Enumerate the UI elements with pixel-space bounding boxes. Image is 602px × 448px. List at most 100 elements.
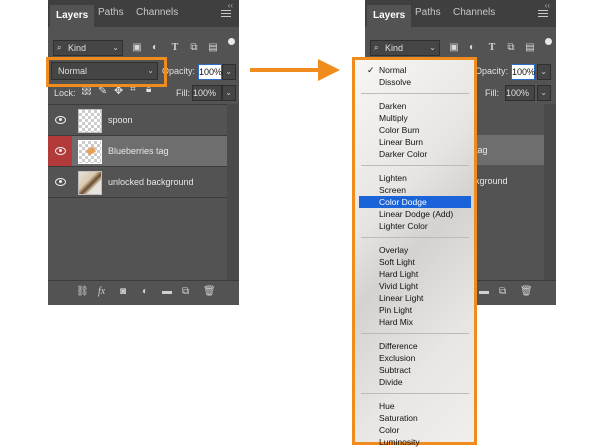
lock-transparent-icon[interactable]: [82, 86, 91, 95]
layer-row-blueberries-tag[interactable]: Blueberries tag: [48, 136, 227, 167]
blend-mode-item[interactable]: Pin Light: [359, 304, 471, 316]
layer-row-unlocked-background[interactable]: unlocked background: [48, 167, 227, 198]
blend-mode-highlight: [46, 57, 167, 87]
blend-mode-item[interactable]: Darker Color: [359, 148, 471, 160]
blend-mode-label: Color Burn: [379, 125, 420, 135]
trash-icon[interactable]: 🗑︎: [520, 286, 533, 297]
layer-name-fragment: kground: [475, 176, 508, 186]
blend-mode-label: Overlay: [379, 245, 409, 255]
chevron-down-icon: ⌄: [112, 43, 119, 52]
opacity-input[interactable]: 100%: [198, 64, 222, 80]
blend-mode-item[interactable]: Multiply: [359, 112, 471, 124]
blend-mode-label: Screen: [379, 185, 406, 195]
blend-mode-item[interactable]: Hard Mix: [359, 316, 471, 328]
filter-kind-select[interactable]: ⌕ Kind ⌄: [370, 40, 440, 56]
trash-icon[interactable]: 🗑︎: [203, 286, 216, 297]
new-layer-icon[interactable]: ⧉: [499, 286, 506, 297]
blend-mode-item[interactable]: Color: [359, 424, 471, 436]
panel-menu-icon[interactable]: [538, 10, 548, 19]
smart-object-filter-icon[interactable]: ▤: [208, 43, 218, 53]
blend-mode-item[interactable]: Hue: [359, 400, 471, 412]
blend-mode-label: Linear Burn: [379, 137, 423, 147]
type-filter-icon[interactable]: T: [487, 43, 497, 53]
blend-mode-label: Luminosity: [379, 437, 420, 447]
fill-input[interactable]: 100%: [505, 85, 535, 101]
chevron-down-icon: ⌄: [540, 88, 547, 97]
blend-mode-label: Pin Light: [379, 305, 413, 315]
shape-filter-icon[interactable]: ⧉: [506, 43, 516, 53]
filter-kind-select[interactable]: ⌕ Kind ⌄: [53, 40, 123, 56]
folder-icon[interactable]: ▬: [162, 286, 172, 297]
chevron-down-icon: ⌄: [225, 67, 232, 76]
type-filter-icon[interactable]: T: [170, 43, 180, 53]
blend-mode-item[interactable]: Soft Light: [359, 256, 471, 268]
adjustment-icon[interactable]: ◐: [142, 286, 148, 297]
image-filter-icon[interactable]: ▣: [132, 43, 142, 53]
image-filter-icon[interactable]: ▣: [449, 43, 459, 53]
blend-mode-item[interactable]: Difference: [359, 340, 471, 352]
visibility-toggle[interactable]: [48, 167, 72, 197]
shape-filter-icon[interactable]: ⧉: [189, 43, 199, 53]
panel-menu-icon[interactable]: [221, 10, 231, 19]
fx-icon[interactable]: fx: [98, 286, 105, 297]
tab-layers[interactable]: Layers: [367, 5, 412, 27]
smart-object-filter-icon[interactable]: ▤: [525, 43, 535, 53]
opacity-stepper[interactable]: ⌄: [537, 64, 551, 80]
blend-mode-label: Lighten: [379, 173, 407, 183]
visibility-toggle[interactable]: [48, 105, 72, 135]
layers-scrollbar[interactable]: [544, 104, 556, 280]
link-icon[interactable]: ⛓︎: [76, 286, 89, 297]
tab-channels[interactable]: Channels: [453, 7, 495, 18]
blend-mode-item[interactable]: Lighten: [359, 172, 471, 184]
tab-paths[interactable]: Paths: [98, 7, 124, 18]
blend-mode-item[interactable]: Color Dodge: [359, 196, 471, 208]
checkmark-icon: ✓: [367, 65, 375, 75]
tab-channels[interactable]: Channels: [136, 7, 178, 18]
fill-stepper[interactable]: ⌄: [222, 85, 236, 101]
layers-scrollbar[interactable]: [227, 104, 239, 280]
blend-mode-item[interactable]: Lighter Color: [359, 220, 471, 232]
blend-mode-item[interactable]: Saturation: [359, 412, 471, 424]
blend-mode-label: Normal: [379, 65, 407, 75]
new-layer-icon[interactable]: ⧉: [182, 286, 189, 297]
fill-input[interactable]: 100%: [192, 85, 222, 101]
filter-toggle-icon[interactable]: [228, 38, 235, 45]
arrow-head-icon: [318, 59, 340, 81]
collapse-icon[interactable]: ‹‹: [545, 1, 550, 10]
layers-bottom-bar: ⛓︎ fx ◙ ◐ ▬ ⧉ 🗑︎: [48, 280, 239, 303]
blend-mode-item[interactable]: Color Burn: [359, 124, 471, 136]
layer-row-spoon[interactable]: spoon: [48, 105, 227, 136]
folder-icon[interactable]: ▬: [479, 286, 489, 297]
blend-mode-item[interactable]: ✓ Normal: [359, 64, 471, 76]
blend-mode-item[interactable]: Divide: [359, 376, 471, 388]
filter-toggle-icon[interactable]: [545, 38, 552, 45]
blend-mode-item[interactable]: Subtract: [359, 364, 471, 376]
blend-mode-label: Linear Light: [379, 293, 424, 303]
blend-mode-item[interactable]: Exclusion: [359, 352, 471, 364]
blend-mode-item[interactable]: Screen: [359, 184, 471, 196]
tab-paths[interactable]: Paths: [415, 7, 441, 18]
blend-mode-item[interactable]: Hard Light: [359, 268, 471, 280]
layers-panel-left: Layers Paths Channels ‹‹ ⌕ Kind ⌄ ▣ ◐ T …: [48, 0, 239, 305]
blend-mode-item[interactable]: Linear Light: [359, 292, 471, 304]
blend-mode-item[interactable]: Overlay: [359, 244, 471, 256]
blend-mode-item[interactable]: Vivid Light: [359, 280, 471, 292]
blend-mode-item[interactable]: Luminosity: [359, 436, 471, 448]
opacity-input[interactable]: 100%: [511, 64, 535, 80]
adjustment-filter-icon[interactable]: ◐: [467, 43, 477, 53]
menu-separator: [361, 333, 469, 334]
blend-mode-item[interactable]: Linear Burn: [359, 136, 471, 148]
fill-stepper[interactable]: ⌄: [537, 85, 551, 101]
blend-mode-item[interactable]: Linear Dodge (Add): [359, 208, 471, 220]
adjustment-filter-icon[interactable]: ◐: [150, 43, 160, 53]
tab-layers[interactable]: Layers: [50, 5, 95, 27]
search-icon: ⌕: [374, 43, 379, 52]
opacity-stepper[interactable]: ⌄: [222, 64, 236, 80]
collapse-icon[interactable]: ‹‹: [228, 1, 233, 10]
blend-mode-label: Exclusion: [379, 353, 416, 363]
blend-mode-item[interactable]: Darken: [359, 100, 471, 112]
mask-icon[interactable]: ◙: [120, 286, 126, 297]
visibility-toggle[interactable]: [48, 136, 72, 166]
blend-mode-item[interactable]: Dissolve: [359, 76, 471, 88]
blend-mode-label: Dissolve: [379, 77, 412, 87]
